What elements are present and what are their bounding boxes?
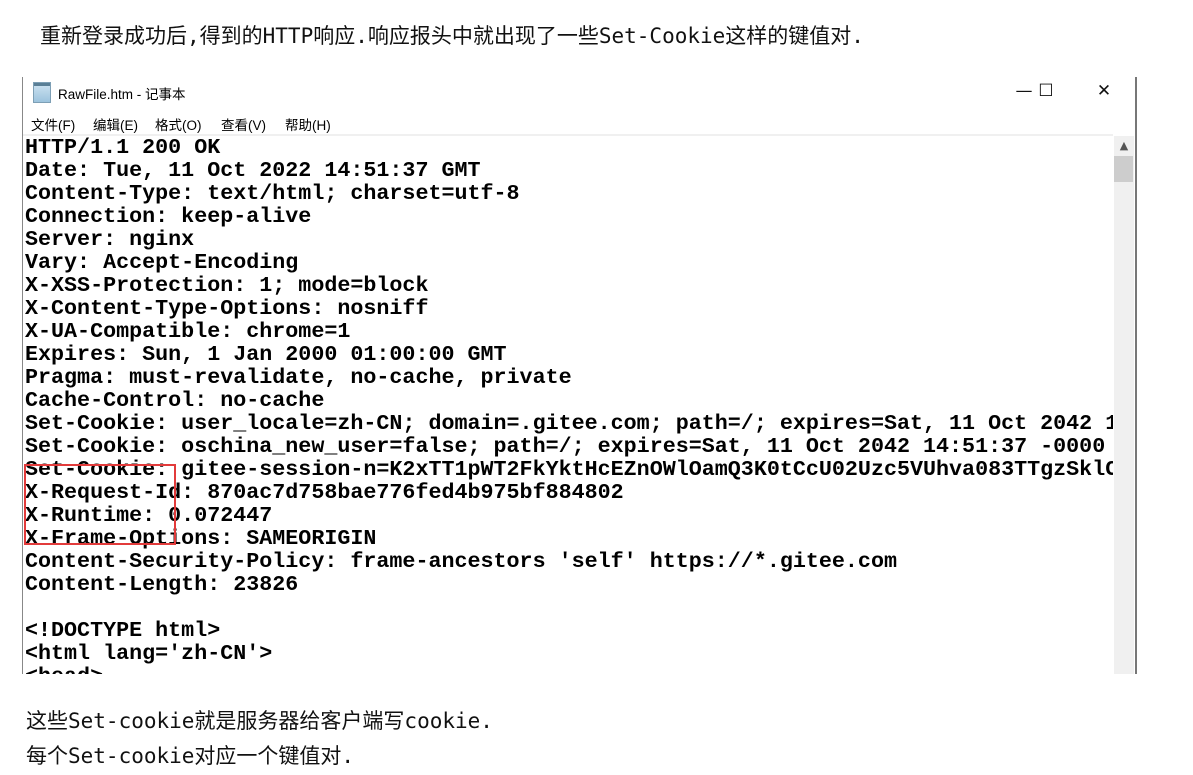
menu-bar: 文件(F) 编辑(E) 格式(O) 查看(V) 帮助(H) [23,111,1135,133]
text-line: Expires: Sun, 1 Jan 2000 01:00:00 GMT [25,342,507,367]
text-line: Date: Tue, 11 Oct 2022 14:51:37 GMT [25,158,481,183]
top-note: 重新登录成功后,得到的HTTP响应.响应报头中就出现了一些Set-Cookie这… [40,24,864,48]
text-editor[interactable]: HTTP/1.1 200 OK Date: Tue, 11 Oct 2022 14… [23,136,1113,674]
text-line: X-Content-Type-Options: nosniff [25,296,429,321]
close-button[interactable]: ✕ [1081,77,1127,107]
set-cookie-highlight-box [24,464,176,545]
text-line: Vary: Accept-Encoding [25,250,299,275]
text-line: Set-Cookie: oschina_new_user=false; path… [25,434,1106,459]
menu-edit[interactable]: 编辑(E) [93,114,138,134]
scroll-up-icon[interactable]: ▲ [1114,136,1134,156]
text-line: Set-Cookie: user_locale=zh-CN; domain=.g… [25,411,1113,436]
text-line: Server: nginx [25,227,195,252]
menu-help[interactable]: 帮助(H) [285,114,331,134]
text-line: Content-Type: text/html; charset=utf-8 [25,181,520,206]
menu-file[interactable]: 文件(F) [31,114,75,134]
menu-view[interactable]: 查看(V) [221,114,266,134]
text-line: Content-Length: 23826 [25,572,299,597]
bottom-note-2: 每个Set-cookie对应一个键值对. [26,744,355,768]
text-line: X-UA-Compatible: chrome=1 [25,319,351,344]
menu-format[interactable]: 格式(O) [155,114,202,134]
title-bar[interactable]: RawFile.htm - 记事本 — ☐ ✕ [23,77,1135,107]
text-line: <head> [25,665,103,674]
text-line: Connection: keep-alive [25,204,312,229]
text-line: Cache-Control: no-cache [25,388,325,413]
notepad-window: RawFile.htm - 记事本 — ☐ ✕ 文件(F) 编辑(E) 格式(O… [22,77,1137,674]
window-title: RawFile.htm - 记事本 [58,87,186,102]
text-line: Set-Cookie: gitee-session-n=K2xTT1pWT2Fk… [25,457,1113,482]
vertical-scrollbar[interactable]: ▲ [1114,136,1134,674]
bottom-note-1: 这些Set-cookie就是服务器给客户端写cookie. [26,709,493,733]
maximize-button[interactable]: ☐ [1023,77,1069,107]
text-line: <html lang='zh-CN'> [25,641,273,666]
text-line: Pragma: must-revalidate, no-cache, priva… [25,365,572,390]
text-line: Content-Security-Policy: frame-ancestors… [25,549,897,574]
text-line: HTTP/1.1 200 OK [25,136,221,160]
scrollbar-thumb[interactable] [1114,156,1133,182]
text-line: <!DOCTYPE html> [25,618,221,643]
notepad-icon [33,82,51,103]
text-line: X-XSS-Protection: 1; mode=block [25,273,429,298]
